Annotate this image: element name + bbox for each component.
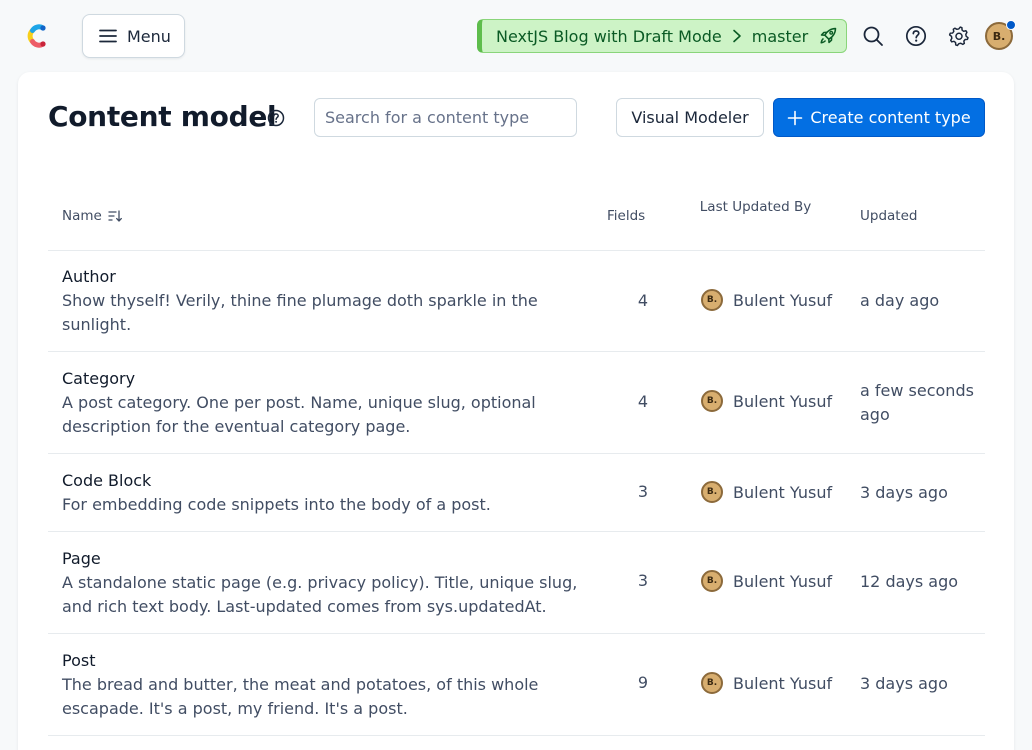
column-header-last-updated-by: Last Updated By [699,199,812,215]
content-type-name[interactable]: Code Block [62,469,582,493]
menu-button[interactable]: Menu [82,14,185,58]
updated-by-cell: B. Bulent Yusuf [701,570,832,592]
menu-icon [99,29,117,43]
chevron-right-icon [731,29,743,43]
updated-time: 3 days ago [860,674,948,693]
updated-time: 3 days ago [860,483,948,502]
user-avatar: B. [701,481,723,503]
content-type-name-cell: Code Block For embedding code snippets i… [62,469,582,517]
search-input[interactable] [314,98,577,137]
notification-dot [1006,20,1016,30]
content-type-name-cell: Author Show thyself! Verily, thine fine … [62,265,582,337]
page-title: Content model [48,100,277,133]
updated-by-name: Bulent Yusuf [733,290,833,310]
help-icon[interactable] [904,24,928,48]
table-header: Name Fields Last Updated By Updated [48,180,985,251]
gear-icon[interactable] [947,24,971,48]
create-content-type-label: Create content type [810,108,971,127]
updated-by-name: Bulent Yusuf [733,571,833,591]
updated-time: 12 days ago [860,572,959,591]
updated-by-name: Bulent Yusuf [733,482,833,502]
content-type-description: The bread and butter, the meat and potat… [62,675,539,718]
menu-label: Menu [127,26,171,46]
plus-icon [788,110,803,125]
environment-name: master [751,26,809,46]
updated-by-name: Bulent Yusuf [733,391,833,411]
rocket-icon [818,26,838,46]
avatar-initials: B. [706,576,718,586]
content-type-name[interactable]: Post [62,649,582,673]
updated-by-cell: B. Bulent Yusuf [701,289,832,311]
visual-modeler-label: Visual Modeler [631,108,749,127]
content-type-name-cell: Category A post category. One per post. … [62,367,582,439]
avatar-initials: B. [706,678,718,688]
table-row[interactable]: Author Show thyself! Verily, thine fine … [48,251,985,352]
updated-by-cell: B. Bulent Yusuf [701,390,832,412]
avatar-initials: B. [992,29,1006,43]
updated-time: a day ago [860,291,940,310]
updated-time: a few seconds ago [860,381,974,424]
updated-by-cell: B. Bulent Yusuf [701,481,832,503]
column-header-updated: Updated [860,208,918,224]
content-type-name-cell: Post The bread and butter, the meat and … [62,649,582,721]
fields-count: 3 [637,482,648,501]
column-name-label: Name [62,208,102,224]
user-avatar: B. [701,289,723,311]
visual-modeler-button[interactable]: Visual Modeler [616,98,764,137]
search-icon[interactable] [861,24,885,48]
user-avatar: B. [701,570,723,592]
table-row[interactable]: Code Block For embedding code snippets i… [48,454,985,532]
contentful-logo-icon[interactable] [22,22,50,50]
avatar-initials: B. [706,295,718,305]
space-name: NextJS Blog with Draft Mode [496,26,722,46]
avatar-initials: B. [706,396,718,406]
help-icon[interactable] [266,108,286,128]
fields-count: 3 [637,571,648,590]
content-type-description: For embedding code snippets into the bod… [62,495,491,514]
table-row[interactable]: Category A post category. One per post. … [48,352,985,454]
avatar-initials: B. [706,487,718,497]
table-row[interactable]: Post The bread and butter, the meat and … [48,634,985,736]
content-type-name-cell: Page A standalone static page (e.g. priv… [62,547,582,619]
column-header-fields: Fields [607,208,646,224]
content-model-card: Content model Visual Modeler Create cont… [18,72,1014,750]
user-avatar: B. [701,390,723,412]
table-row[interactable]: Page A standalone static page (e.g. priv… [48,532,985,634]
content-types-table: Name Fields Last Updated By Updated Auth… [48,180,985,736]
sort-icon[interactable] [108,209,122,223]
content-type-name[interactable]: Page [62,547,582,571]
space-environment-switcher[interactable]: NextJS Blog with Draft Mode master [477,19,847,53]
updated-by-cell: B. Bulent Yusuf [701,672,832,694]
fields-count: 4 [637,291,648,310]
fields-count: 9 [637,673,648,692]
content-type-name[interactable]: Category [62,367,582,391]
content-type-description: A standalone static page (e.g. privacy p… [62,573,578,616]
fields-count: 4 [637,392,648,411]
user-avatar: B. [701,672,723,694]
content-type-name[interactable]: Author [62,265,582,289]
content-type-description: Show thyself! Verily, thine fine plumage… [62,291,538,334]
content-type-description: A post category. One per post. Name, uni… [62,393,536,436]
top-bar: Menu NextJS Blog with Draft Mode master [0,0,1032,72]
create-content-type-button[interactable]: Create content type [773,98,985,137]
column-header-name[interactable]: Name [62,208,122,224]
updated-by-name: Bulent Yusuf [733,673,833,693]
